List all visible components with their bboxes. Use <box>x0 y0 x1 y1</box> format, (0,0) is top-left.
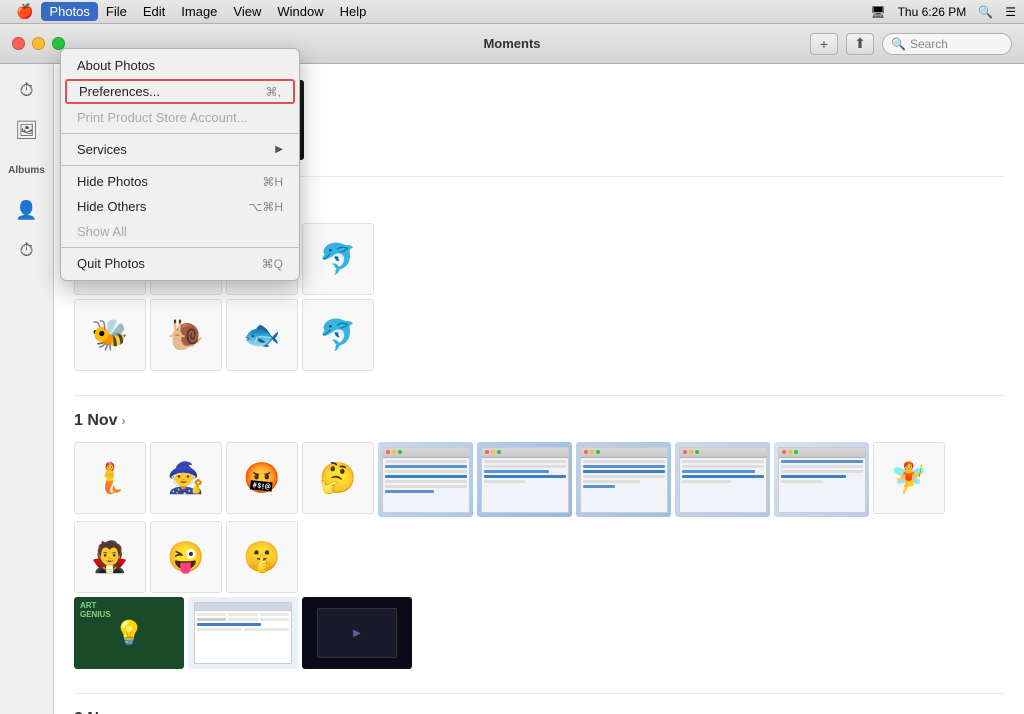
sidebar-item-photos[interactable]: 🖼 <box>9 112 45 148</box>
photo-thumb-shush[interactable]: 🤫 <box>226 521 298 593</box>
screenshot-thumb-4[interactable] <box>675 442 770 517</box>
date-label-nov2: 2 Nov <box>74 710 118 714</box>
photo-thumb-vampire[interactable]: 🧛 <box>74 521 146 593</box>
date-header-nov1[interactable]: 1 Nov › <box>74 412 1004 430</box>
menubar-file[interactable]: File <box>98 2 135 21</box>
nov1-photos: 🧜 🧙 🤬 🤔 <box>74 442 1004 593</box>
share-button[interactable]: ⬆ <box>846 33 874 55</box>
apple-menu[interactable]: 🍎 <box>8 1 41 22</box>
screenshot-thumb-3[interactable] <box>576 442 671 517</box>
chevron-icon-nov1: › <box>122 414 126 428</box>
date-label-nov1: 1 Nov <box>74 412 118 430</box>
search-placeholder: Search <box>910 37 948 51</box>
photo-thumb-snail2[interactable]: 🐌 <box>150 299 222 371</box>
menu-item-print: Print Product Store Account... <box>61 105 299 130</box>
menu-separator-3 <box>61 247 299 248</box>
add-button[interactable]: + <box>810 33 838 55</box>
menubar-photos[interactable]: Photos <box>41 2 97 21</box>
menubar-time: Thu 6:26 PM <box>898 5 967 19</box>
preferences-shortcut: ⌘, <box>266 85 281 99</box>
clock-icon: ⏱ <box>19 80 33 101</box>
screenshot-thumb-5[interactable] <box>774 442 869 517</box>
window-title: Moments <box>483 36 540 51</box>
menu-item-preferences[interactable]: Preferences... ⌘, <box>65 79 295 104</box>
albums-label: Albums <box>8 165 45 176</box>
menubar-view[interactable]: View <box>225 2 269 21</box>
section-nov1: 1 Nov › 🧜 🧙 🤬 🤔 <box>74 412 1004 669</box>
monitor-icon: 🖥 <box>870 5 885 19</box>
quit-shortcut: ⌘Q <box>262 257 283 271</box>
minimize-button[interactable] <box>32 37 45 50</box>
sidebar-item-moments[interactable]: ⏱ <box>9 72 45 108</box>
menu-item-hide-others[interactable]: Hide Others ⌥⌘H <box>61 194 299 219</box>
section-divider-3 <box>74 693 1004 694</box>
menubar-edit[interactable]: Edit <box>135 2 173 21</box>
oct31-row2: 🐝 🐌 🐟 🐬 <box>74 299 1004 371</box>
photo-dark-laptop[interactable]: ▶ <box>302 597 412 669</box>
photo-icon: 🖼 <box>15 120 38 141</box>
photo-genius[interactable]: 💡 ARTGENIUS <box>74 597 184 669</box>
search-box[interactable]: 🔍 Search <box>882 33 1012 55</box>
photo-thumb-think[interactable]: 🤔 <box>302 442 374 514</box>
menu-item-services[interactable]: Services <box>61 137 299 162</box>
menubar: 🍎 Photos File Edit Image View Window Hel… <box>0 0 1024 24</box>
screenshot-thumb-1[interactable] <box>378 442 473 517</box>
photo-thumb-fairy[interactable]: 🧚 <box>873 442 945 514</box>
photo-spreadsheet[interactable] <box>188 597 298 669</box>
places-icon: ⏱ <box>19 240 33 261</box>
photo-thumb-fish2[interactable]: 🐟 <box>226 299 298 371</box>
screenshot-thumb-2[interactable] <box>477 442 572 517</box>
menu-item-about[interactable]: About Photos <box>61 53 299 78</box>
search-icon: 🔍 <box>891 37 906 51</box>
menubar-window[interactable]: Window <box>269 2 331 21</box>
traffic-lights <box>12 37 65 50</box>
menu-item-quit[interactable]: Quit Photos ⌘Q <box>61 251 299 276</box>
sidebar: ⏱ 🖼 Albums 👤 ⏱ <box>0 64 54 714</box>
search-icon-menubar[interactable]: 🔍 <box>978 5 993 19</box>
photos-dropdown-menu: About Photos Preferences... ⌘, Print Pro… <box>60 48 300 281</box>
hide-others-shortcut: ⌥⌘H <box>249 200 284 214</box>
sidebar-item-people[interactable]: 👤 <box>9 192 45 228</box>
menu-icon[interactable]: ☰ <box>1005 5 1016 19</box>
close-button[interactable] <box>12 37 25 50</box>
menu-item-show-all: Show All <box>61 219 299 244</box>
nov1-row2: 💡 ARTGENIUS <box>74 597 1004 669</box>
date-header-nov2[interactable]: 2 Nov › <box>74 710 1004 714</box>
sidebar-item-places[interactable]: ⏱ <box>9 232 45 268</box>
photo-thumb-bee2[interactable]: 🐝 <box>74 299 146 371</box>
menubar-left: 🍎 Photos File Edit Image View Window Hel… <box>8 1 374 22</box>
menubar-right: 🖥 Thu 6:26 PM 🔍 ☰ <box>870 5 1016 19</box>
photo-thumb-angry[interactable]: 🤬 <box>226 442 298 514</box>
photo-thumb-dolphin1[interactable]: 🐬 <box>302 223 374 295</box>
menubar-image[interactable]: Image <box>173 2 225 21</box>
main-window: Moments + ⬆ 🔍 Search ⏱ 🖼 Albums 👤 <box>0 24 1024 714</box>
photo-thumb-wizard[interactable]: 🧙 <box>150 442 222 514</box>
menubar-help[interactable]: Help <box>332 2 375 21</box>
photo-thumb-mermaid[interactable]: 🧜 <box>74 442 146 514</box>
section-nov2: 2 Nov › <box>74 710 1004 714</box>
menu-separator-2 <box>61 165 299 166</box>
menu-item-hide-photos[interactable]: Hide Photos ⌘H <box>61 169 299 194</box>
section-divider-2 <box>74 395 1004 396</box>
hide-photos-shortcut: ⌘H <box>262 175 283 189</box>
photo-thumb-dolphin2[interactable]: 🐬 <box>302 299 374 371</box>
menu-separator-1 <box>61 133 299 134</box>
people-icon: 👤 <box>15 200 37 221</box>
titlebar-right: + ⬆ 🔍 Search <box>810 33 1012 55</box>
photo-thumb-tongue[interactable]: 😜 <box>150 521 222 593</box>
sidebar-item-albums[interactable]: Albums <box>9 152 45 188</box>
